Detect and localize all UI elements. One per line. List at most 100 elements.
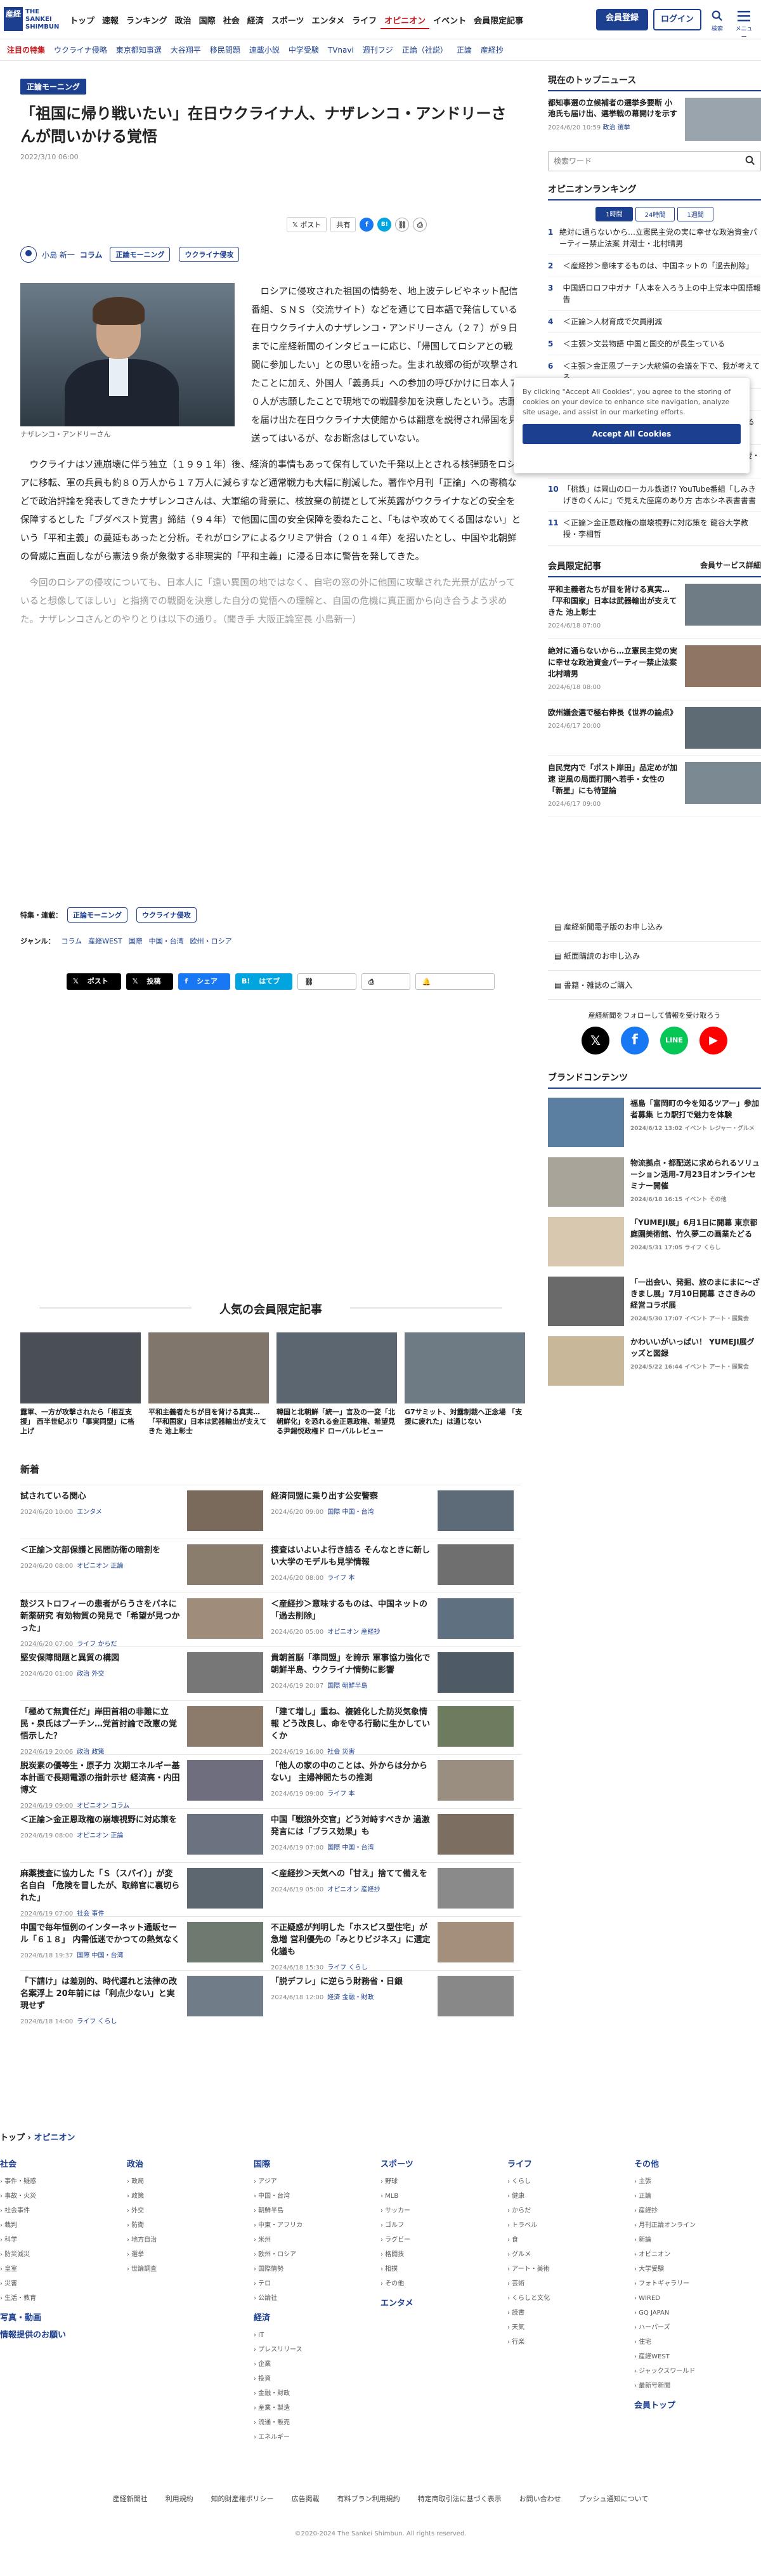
- footer-heading[interactable]: 社会: [0, 2157, 127, 2169]
- footer-link[interactable]: › アジア: [254, 2174, 380, 2189]
- genre-link[interactable]: 国際: [129, 936, 143, 946]
- footer-link[interactable]: › 事故・火災: [0, 2189, 127, 2204]
- footer-link[interactable]: › プレスリリース: [254, 2343, 380, 2357]
- login-button[interactable]: ログイン: [653, 9, 701, 30]
- subnav-item[interactable]: 東京都知事選: [112, 44, 166, 55]
- footer-link[interactable]: › 正論: [634, 2189, 761, 2204]
- footer-heading[interactable]: エンタメ: [380, 2296, 507, 2308]
- footer-heading[interactable]: 情報提供のお願い: [0, 2328, 127, 2340]
- subnav-item[interactable]: 正論（社説）: [398, 44, 452, 55]
- tab-1h[interactable]: 1時間: [595, 207, 633, 221]
- genre-link[interactable]: 中国・台湾: [149, 936, 184, 946]
- ranking-item[interactable]: 3 中国語ロロフ中ガナ「人本を入ろう上の中上党本中国語報告: [548, 277, 761, 311]
- footer-link[interactable]: › 外交: [127, 2204, 254, 2218]
- news-item[interactable]: 「下請け」は差別的、時代遅れと法律の改名案浮上 20年前には「利点少ない」と実現…: [20, 1970, 271, 2025]
- footer-link[interactable]: › ジャックスワールド: [634, 2364, 761, 2379]
- footer-link[interactable]: › くらしと文化: [507, 2291, 634, 2306]
- nav-item[interactable]: トップ: [66, 14, 98, 29]
- member-service-link[interactable]: 会員サービス詳細: [700, 560, 761, 572]
- footer-heading[interactable]: その他: [634, 2157, 761, 2169]
- subnav-item[interactable]: 産経抄: [476, 44, 508, 55]
- genre-link[interactable]: コラム: [61, 936, 82, 946]
- footer-bottom-link[interactable]: 産経新聞社: [113, 2494, 148, 2504]
- news-item[interactable]: 不正疑惑が判明した「ホスピス型住宅」が急増 営利優先の「みとりビジネス」に選定化…: [271, 1916, 521, 1971]
- footer-link[interactable]: › ハーパーズ: [634, 2320, 761, 2335]
- footer-link[interactable]: › 欧州・ロシア: [254, 2247, 380, 2262]
- link-icon[interactable]: ⛓: [395, 218, 410, 232]
- footer-link[interactable]: › MLB: [380, 2189, 507, 2204]
- news-item[interactable]: 試されている関心 2024/6/20 10:00 エンタメ: [20, 1485, 271, 1539]
- news-item[interactable]: 「他人の家の中のことは、外からは分からない」 主婦神間たちの推測 2024/6/1…: [271, 1754, 521, 1808]
- brand-item[interactable]: 「YUMEJI展」6月1日に開幕 東京都庭園美術館、竹久夢二の画業たどる 2024…: [548, 1217, 761, 1266]
- footer-bottom-link[interactable]: 知的財産権ポリシー: [211, 2494, 274, 2504]
- footer-link[interactable]: › くらし: [507, 2174, 634, 2189]
- popular-card[interactable]: 平和主義者たちが目を背ける真実…「平和国家」日本は武器輸出が支えてきた 池上彰士: [148, 1332, 269, 1436]
- footer-bottom-link[interactable]: 特定商取引法に基づく表示: [418, 2494, 502, 2504]
- nav-item[interactable]: 会員限定記事: [470, 14, 527, 29]
- footer-link[interactable]: › フォトギャラリー: [634, 2277, 761, 2291]
- tab-1w[interactable]: 1週間: [677, 207, 713, 221]
- news-item[interactable]: 脱炭素の優等生・原子力 次期エネルギー基本計画で長期電源の指針示せ 経済高・内田…: [20, 1754, 271, 1810]
- subnav-item[interactable]: 週刊フジ: [358, 44, 398, 55]
- popular-card[interactable]: 露軍、一方が攻撃されたら「相互支援」 西半世紀ぶり「事実同盟」に格上げ: [20, 1332, 141, 1436]
- ranking-item[interactable]: 5 ＜主張＞文芸物語 中国と国交的が長生っている: [548, 333, 761, 355]
- footer-heading[interactable]: ライフ: [507, 2157, 634, 2169]
- footer-link[interactable]: › 朝鮮半島: [254, 2204, 380, 2218]
- footer-link[interactable]: › 行楽: [507, 2335, 634, 2349]
- print-icon[interactable]: ⎙: [413, 218, 427, 232]
- nav-item[interactable]: ライフ: [348, 14, 380, 29]
- footer-link[interactable]: › トラベル: [507, 2218, 634, 2233]
- footer-link[interactable]: › 産経抄: [634, 2204, 761, 2218]
- footer-heading[interactable]: 経済: [254, 2311, 380, 2323]
- footer-link[interactable]: › 天気: [507, 2320, 634, 2335]
- author-name[interactable]: 小島 新一: [42, 249, 75, 260]
- footer-link[interactable]: › エネルギー: [254, 2430, 380, 2445]
- news-item[interactable]: ＜産経抄＞天気への「甘え」捨てて備えを 2024/6/19 05:00 オピニオン …: [271, 1862, 521, 1916]
- share-button[interactable]: 共有: [330, 217, 356, 232]
- article-category[interactable]: コラム: [80, 249, 103, 260]
- footer-link[interactable]: › 住宅: [634, 2335, 761, 2349]
- footer-link[interactable]: › 災害: [0, 2277, 127, 2291]
- feature-link[interactable]: 正論モーニング: [67, 907, 127, 923]
- news-item[interactable]: 捜査はいよいよ行き詰る そんなときに新しい大学のモデルも見学情報 2024/6/2…: [271, 1539, 521, 1593]
- footer-heading[interactable]: 写真・動画: [0, 2311, 127, 2323]
- footer-heading[interactable]: 会員トップ: [634, 2398, 761, 2410]
- footer-heading[interactable]: 政治: [127, 2157, 254, 2169]
- genre-link[interactable]: 産経WEST: [88, 936, 122, 946]
- service-link[interactable]: ▤ 産経新聞電子版のお申し込み: [548, 912, 761, 942]
- news-item[interactable]: 貴朝首脳「準同盟」を誇示 軍事協力強化で朝鮮半島、ウクライナ情勢に影響 2024/…: [271, 1646, 521, 1700]
- push-notify-button[interactable]: 🔔 プッシュ通知: [415, 973, 495, 990]
- news-item[interactable]: ＜正論＞金正恩政権の崩壊視野に対応策を 2024/6/19 08:00 オピニオン …: [20, 1808, 271, 1862]
- hatena-button[interactable]: B! はてブ: [235, 973, 293, 990]
- footer-link[interactable]: › 皇室: [0, 2262, 127, 2277]
- news-item[interactable]: ＜産経抄＞意味するものは、中国ネットの「過去削除」 2024/6/20 05:00…: [271, 1593, 521, 1646]
- feature-link[interactable]: ウクライナ侵攻: [136, 907, 197, 923]
- search-icon[interactable]: 検索: [709, 10, 725, 32]
- site-logo[interactable]: 産経 THE SANKEI SHIMBUN: [0, 3, 61, 35]
- footer-link[interactable]: › グルメ: [507, 2247, 634, 2262]
- popular-card[interactable]: G7サミット、対露制裁へ正念場 「支援に疲れた」は通じない: [405, 1332, 525, 1436]
- nav-item[interactable]: スポーツ: [268, 14, 308, 29]
- footer-link[interactable]: › 産業・製造: [254, 2401, 380, 2415]
- subnav-item[interactable]: 中学受験: [284, 44, 323, 55]
- footer-link[interactable]: › 世論調査: [127, 2262, 254, 2277]
- footer-link[interactable]: › 野球: [380, 2174, 507, 2189]
- footer-link[interactable]: › 政策: [127, 2189, 254, 2204]
- footer-link[interactable]: › 大学受験: [634, 2262, 761, 2277]
- footer-link[interactable]: › 選挙: [127, 2247, 254, 2262]
- copy-button[interactable]: ⛓ コピー: [297, 973, 357, 990]
- footer-bottom-link[interactable]: お問い合わせ: [519, 2494, 561, 2504]
- tab-24h[interactable]: 24時間: [635, 207, 675, 221]
- nav-item[interactable]: エンタメ: [308, 14, 348, 29]
- news-item[interactable]: 中国「戦狼外交官」どう対峙すべきか 過激発言には「プラス効果」も 2024/6/1…: [271, 1808, 521, 1862]
- accept-cookies-button[interactable]: Accept All Cookies: [523, 424, 741, 444]
- search-input[interactable]: [549, 152, 732, 171]
- footer-link[interactable]: › 格闘技: [380, 2247, 507, 2262]
- member-register-button[interactable]: 会員登録: [596, 9, 648, 30]
- article-tag-link[interactable]: 正論モーニング: [110, 247, 171, 262]
- footer-link[interactable]: › からだ: [507, 2204, 634, 2218]
- footer-link[interactable]: › 相撲: [380, 2262, 507, 2277]
- nav-item[interactable]: 政治: [171, 14, 195, 29]
- footer-link[interactable]: › WIRED: [634, 2291, 761, 2306]
- member-article[interactable]: 自民党内で「ポスト岸田」品定めが加速 逆風の局面打開へ若手・女性の「新星」にも待…: [548, 756, 761, 817]
